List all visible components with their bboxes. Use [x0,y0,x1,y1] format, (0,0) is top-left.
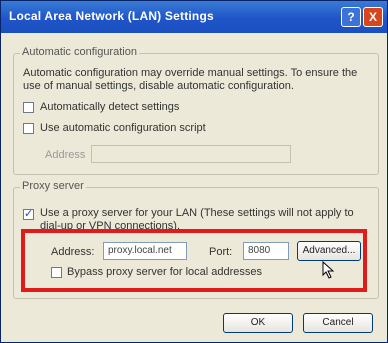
script-address-field [91,145,291,163]
title-bar: Local Area Network (LAN) Settings ? X [1,1,387,33]
script-address-label: Address [45,149,86,161]
highlight-box [21,229,367,292]
auto-detect-label: Automatically detect settings [40,101,180,113]
auto-script-checkbox[interactable] [23,123,34,134]
lan-settings-dialog: Local Area Network (LAN) Settings ? X Au… [0,0,388,343]
proxy-server-legend: Proxy server [20,180,86,192]
ok-button[interactable]: OK [223,313,293,333]
use-proxy-checkbox[interactable] [23,207,34,220]
close-icon[interactable]: X [363,7,383,27]
cancel-button[interactable]: Cancel [303,313,373,333]
auto-detect-checkbox[interactable] [23,102,34,113]
automatic-configuration-legend: Automatic configuration [20,46,139,58]
help-icon[interactable]: ? [341,7,361,27]
mouse-cursor-icon [322,261,335,279]
auto-script-label: Use automatic configuration script [40,122,206,134]
automatic-configuration-description: Automatic configuration may override man… [23,67,358,92]
window-title: Local Area Network (LAN) Settings [9,9,214,23]
